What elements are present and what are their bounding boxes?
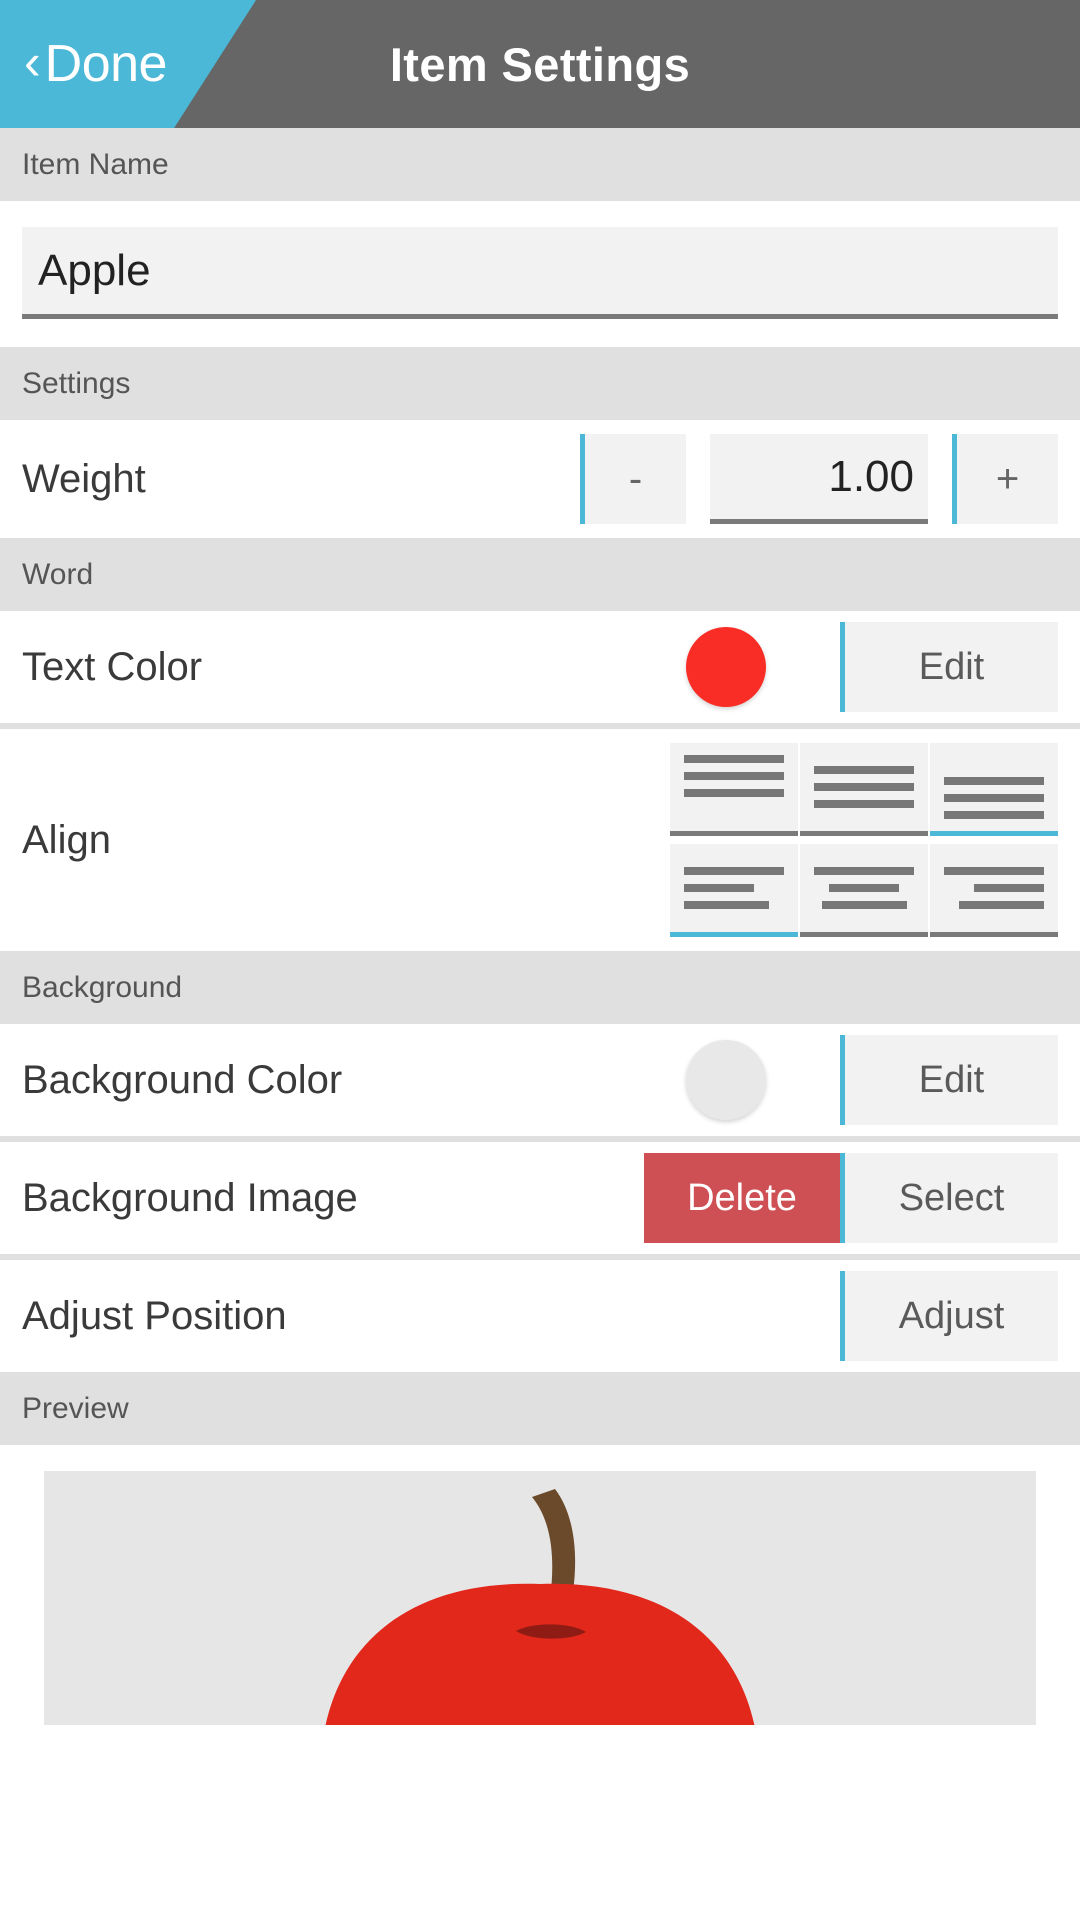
text-color-swatch[interactable]	[686, 627, 766, 707]
chevron-left-icon: ‹	[24, 34, 41, 90]
align-label: Align	[22, 817, 111, 862]
text-color-row: Text Color Edit	[0, 611, 1080, 723]
item-name-input[interactable]	[22, 227, 1058, 319]
background-color-swatch[interactable]	[686, 1040, 766, 1120]
icon-line	[944, 867, 1044, 875]
weight-increment-button[interactable]: +	[952, 434, 1058, 524]
background-image-delete-button[interactable]: Delete	[644, 1153, 840, 1243]
weight-decrement-button[interactable]: -	[580, 434, 686, 524]
preview-canvas[interactable]	[44, 1471, 1036, 1725]
preview-area	[0, 1445, 1080, 1725]
weight-stepper: - +	[580, 434, 1058, 524]
icon-line	[684, 789, 784, 797]
item-name-field-wrapper	[0, 201, 1080, 347]
icon-line	[944, 777, 1044, 785]
adjust-position-button[interactable]: Adjust	[840, 1271, 1058, 1361]
icon-line	[684, 867, 784, 875]
align-vertical-top-button[interactable]	[670, 743, 798, 836]
weight-label: Weight	[22, 456, 146, 501]
section-header-background: Background	[0, 951, 1080, 1024]
background-color-edit-button[interactable]: Edit	[840, 1035, 1058, 1125]
apple-illustration	[220, 1479, 860, 1725]
icon-line	[684, 901, 769, 909]
icon-line	[814, 867, 914, 875]
background-color-row: Background Color Edit	[0, 1024, 1080, 1136]
icon-line	[974, 884, 1044, 892]
align-horizontal-right-button[interactable]	[930, 844, 1058, 937]
adjust-position-row: Adjust Position Adjust	[0, 1260, 1080, 1372]
section-header-settings: Settings	[0, 347, 1080, 420]
text-color-label: Text Color	[22, 644, 203, 689]
done-label: Done	[44, 35, 168, 93]
align-options-grid	[670, 729, 1058, 951]
align-vertical-bottom-button[interactable]	[930, 743, 1058, 836]
icon-line	[814, 766, 914, 774]
icon-line	[684, 772, 784, 780]
section-header-preview: Preview	[0, 1372, 1080, 1445]
weight-row: Weight - +	[0, 420, 1080, 538]
icon-line	[684, 755, 784, 763]
section-header-word: Word	[0, 538, 1080, 611]
align-row: Align	[0, 729, 1080, 951]
icon-line	[814, 783, 914, 791]
app-header: Item Settings ‹ Done	[0, 0, 1080, 128]
icon-line	[944, 811, 1044, 819]
icon-line	[814, 800, 914, 808]
align-vertical-middle-button[interactable]	[800, 743, 928, 836]
background-image-select-button[interactable]: Select	[840, 1153, 1058, 1243]
section-header-item-name: Item Name	[0, 128, 1080, 201]
align-horizontal-center-button[interactable]	[800, 844, 928, 937]
background-image-row: Background Image Delete Select	[0, 1142, 1080, 1254]
background-color-label: Background Color	[22, 1057, 343, 1102]
adjust-position-label: Adjust Position	[22, 1293, 287, 1338]
icon-line	[829, 884, 899, 892]
weight-value-input[interactable]	[710, 434, 928, 524]
text-color-edit-button[interactable]: Edit	[840, 622, 1058, 712]
done-back-button[interactable]: ‹ Done	[14, 0, 177, 128]
icon-line	[821, 901, 907, 909]
background-image-label: Background Image	[22, 1175, 358, 1220]
align-horizontal-left-button[interactable]	[670, 844, 798, 937]
item-settings-screen: Item Settings ‹ Done Item Name Settings …	[0, 0, 1080, 1920]
icon-line	[959, 901, 1044, 909]
icon-line	[684, 884, 754, 892]
icon-line	[944, 794, 1044, 802]
